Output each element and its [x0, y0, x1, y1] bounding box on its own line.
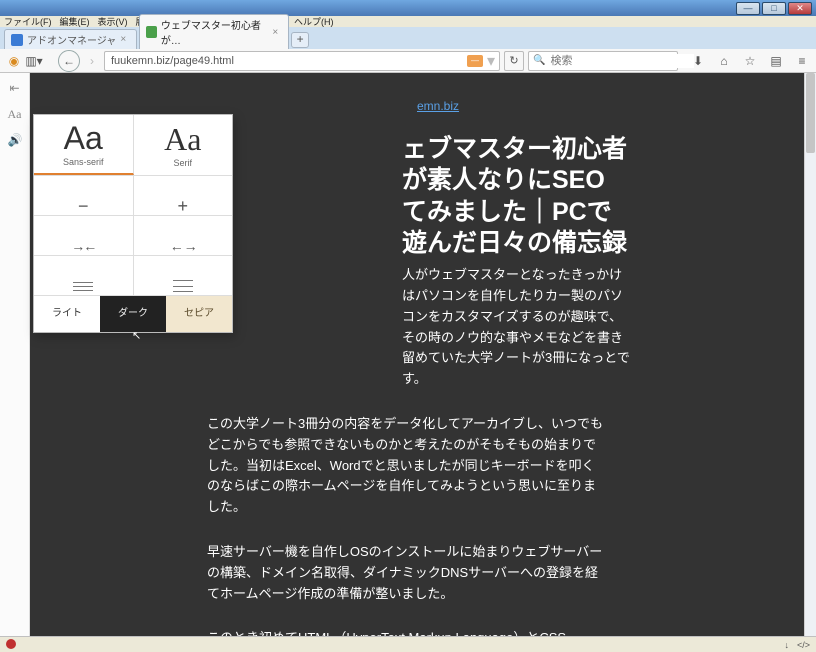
tab-label: ウェブマスター初心者が… — [161, 17, 268, 47]
search-bar[interactable]: 🔍 — [528, 51, 678, 71]
loose-lines-icon — [173, 279, 193, 294]
hamburger-menu-icon[interactable]: ≡ — [794, 53, 810, 69]
dropdown-icon[interactable]: ▾ — [487, 51, 495, 71]
heading-line1: ェブマスター初心者が素人なりにSEO — [402, 135, 627, 194]
menu-bar: ファイル(F) 編集(E) 表示(V) 履歴(S) ブックマーク(B) ツール(… — [0, 16, 816, 27]
scroll-thumb[interactable] — [806, 73, 815, 153]
close-button[interactable]: ✕ — [788, 2, 812, 15]
sidebar-toggle-icon[interactable]: ▥▾ — [26, 53, 42, 69]
tight-lines-icon — [73, 280, 93, 292]
font-sample: Aa — [64, 122, 103, 154]
tab-addons[interactable]: アドオンマネージャ × — [4, 29, 137, 49]
status-dev-icon[interactable]: </> — [797, 640, 810, 650]
download-icon[interactable]: ⬇ — [690, 53, 706, 69]
minus-icon: − — [78, 196, 89, 217]
font-label: Sans-serif — [63, 157, 104, 167]
font-sans-option[interactable]: Aa Sans-serif — [34, 115, 134, 175]
article-heading: ェブマスター初心者が素人なりにSEO てみました｜PCで遊んだ日々の備忘録 — [402, 134, 632, 259]
article-paragraph: 早速サーバー機を自作しOSのインストールに始まりウェブサーバーの構築、ドメイン名… — [207, 542, 607, 604]
home-icon[interactable]: ⌂ — [716, 53, 732, 69]
font-label: Serif — [173, 158, 192, 168]
tab-webmaster[interactable]: ウェブマスター初心者が… × — [139, 14, 289, 49]
reader-type-panel: Aa Sans-serif Aa Serif − + →← ← → ライト ダー… — [33, 114, 233, 333]
search-icon: 🔍 — [533, 55, 545, 66]
status-left — [6, 639, 16, 651]
tab-close-icon[interactable]: × — [272, 27, 278, 38]
url-input[interactable] — [109, 54, 467, 68]
font-sample: Aa — [164, 123, 201, 155]
vertical-scrollbar[interactable] — [804, 73, 816, 636]
reader-badge-icon[interactable]: — — [467, 55, 483, 67]
wide-icon: ← → — [170, 238, 196, 254]
toolbar-icons: ⬇ ⌂ ☆ ▤ ≡ — [682, 53, 810, 69]
library-icon[interactable]: ▤ — [768, 53, 784, 69]
bookmark-star-icon[interactable]: ☆ — [742, 53, 758, 69]
article-paragraph: このとき初めてHTML（HyperText Markup Language）とC… — [207, 628, 607, 636]
search-input[interactable] — [548, 54, 694, 68]
narrate-icon[interactable]: 🔊 — [8, 133, 22, 147]
puzzle-icon — [11, 34, 23, 46]
reload-button[interactable]: ↻ — [504, 51, 524, 71]
article-paragraph: この大学ノート3冊分の内容をデータ化してアーカイブし、いつでもどこからでも参照で… — [207, 414, 607, 518]
tab-close-icon[interactable]: × — [120, 34, 126, 45]
heading-line2: てみました｜PCで遊んだ日々の備忘録 — [402, 198, 627, 257]
theme-dark[interactable]: ダーク↖ — [100, 296, 166, 332]
nav-toolbar: ◉ ▥▾ ← › — ▾ ↻ 🔍 ⬇ ⌂ ☆ ▤ ≡ — [0, 49, 816, 73]
maximize-button[interactable]: □ — [762, 2, 786, 15]
close-reader-icon[interactable]: ⇤ — [8, 81, 22, 95]
noscript-icon[interactable] — [6, 639, 16, 649]
article: emn.biz ェブマスター初心者が素人なりにSEO てみました｜PCで遊んだ日… — [202, 97, 632, 636]
window-titlebar: — □ ✕ — [0, 0, 816, 16]
tab-label: アドオンマネージャ — [27, 32, 116, 47]
font-serif-option[interactable]: Aa Serif — [134, 115, 233, 175]
site-icon — [146, 26, 157, 38]
theme-sepia[interactable]: セピア — [166, 296, 232, 332]
firefox-icon[interactable]: ◉ — [6, 53, 22, 69]
plus-icon: + — [177, 196, 188, 217]
minimize-button[interactable]: — — [736, 2, 760, 15]
back-button[interactable]: ← — [58, 50, 80, 72]
theme-light[interactable]: ライト — [34, 296, 100, 332]
theme-row: ライト ダーク↖ セピア — [34, 296, 232, 332]
theme-dark-label: ダーク — [118, 308, 148, 319]
type-controls-icon[interactable]: Aa — [8, 107, 22, 121]
new-tab-button[interactable]: + — [291, 32, 309, 48]
reader-sidebar: ⇤ Aa 🔊 — [0, 73, 30, 636]
tab-strip: アドオンマネージャ × ウェブマスター初心者が… × + — [0, 27, 816, 49]
article-paragraph: 人がウェブマスターとなったきっかけはパソコンを自作したりカー製のパソコンをカスタ… — [402, 265, 632, 390]
narrow-icon: →← — [71, 238, 95, 254]
article-domain-link[interactable]: emn.biz — [417, 97, 632, 116]
status-bar: ↓ </> — [0, 636, 816, 652]
address-bar[interactable]: — ▾ — [104, 51, 500, 71]
forward-button[interactable]: › — [84, 53, 100, 69]
status-download-icon[interactable]: ↓ — [784, 640, 789, 650]
